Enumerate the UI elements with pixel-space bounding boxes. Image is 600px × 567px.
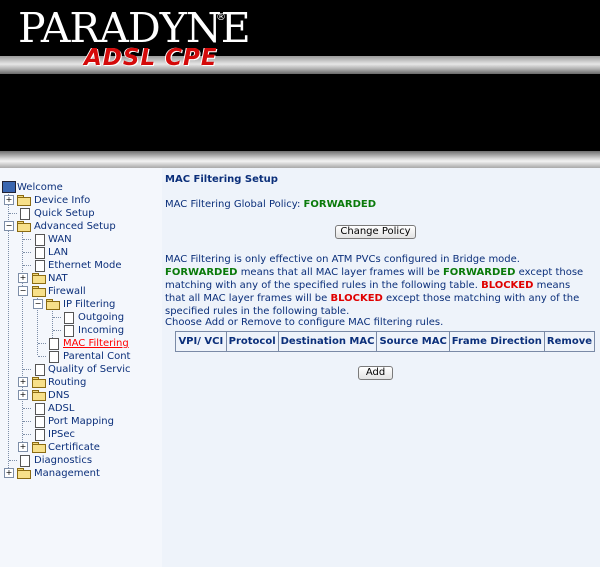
table-header-row: VPI/ VCI Protocol Destination MAC Source…: [175, 331, 596, 352]
page-title: MAC Filtering Setup: [165, 174, 278, 185]
expand-icon[interactable]: +: [18, 273, 28, 283]
page-icon: [35, 234, 45, 246]
folder-icon: [32, 377, 46, 388]
global-policy: MAC Filtering Global Policy: FORWARDED: [165, 199, 376, 210]
column-header-destination-mac: Destination MAC: [277, 331, 378, 352]
tree-line: [8, 194, 9, 470]
folder-icon: [17, 195, 31, 206]
page-icon: [20, 455, 30, 467]
banner-chrome-band: [0, 151, 600, 168]
page-icon: [35, 429, 45, 441]
page-icon: [35, 260, 45, 272]
page-icon: [49, 351, 59, 363]
column-header-protocol: Protocol: [225, 331, 279, 352]
column-header-source-mac: Source MAC: [376, 331, 450, 352]
registered-mark: ®: [216, 12, 226, 23]
product-name: ADSL CPE: [84, 45, 218, 71]
main-content: MAC Filtering Setup MAC Filtering Global…: [165, 168, 596, 567]
policy-value: FORWARDED: [303, 199, 377, 210]
mac-filter-table: VPI/ VCI Protocol Destination MAC Source…: [175, 331, 596, 352]
collapse-icon[interactable]: −: [18, 286, 28, 296]
column-header-frame-direction: Frame Direction: [448, 331, 545, 352]
page-icon: [35, 403, 45, 415]
page-icon: [35, 364, 45, 376]
collapse-icon[interactable]: −: [33, 299, 43, 309]
sidebar-tree: Welcome + Device Info Quick Setup − Adva…: [0, 168, 162, 567]
folder-icon: [32, 273, 46, 284]
computer-icon: [2, 181, 16, 193]
tree-line: [52, 308, 53, 338]
page-icon: [20, 208, 30, 220]
collapse-icon[interactable]: −: [4, 221, 14, 231]
folder-open-icon: [32, 286, 46, 297]
column-header-remove: Remove: [543, 331, 596, 352]
page-icon: [35, 247, 45, 259]
folder-icon: [17, 468, 31, 479]
header-banner: PARADYNE ® ADSL CPE: [0, 0, 600, 168]
change-policy-button[interactable]: Change Policy: [335, 225, 416, 239]
page-icon: [64, 312, 74, 324]
tree-line: [22, 232, 23, 444]
expand-icon[interactable]: +: [18, 390, 28, 400]
expand-icon[interactable]: +: [18, 377, 28, 387]
instruction-text: Choose Add or Remove to configure MAC fi…: [165, 317, 444, 328]
folder-icon: [32, 442, 46, 453]
page-icon: [35, 416, 45, 428]
expand-icon[interactable]: +: [4, 195, 14, 205]
column-header-vpi-vci: VPI/ VCI: [175, 331, 227, 352]
page-icon: [64, 325, 74, 337]
folder-open-icon: [17, 221, 31, 232]
description-text: MAC Filtering is only effective on ATM P…: [165, 254, 584, 317]
expand-icon[interactable]: +: [4, 468, 14, 478]
folder-open-icon: [46, 299, 60, 310]
expand-icon[interactable]: +: [18, 442, 28, 452]
folder-icon: [32, 390, 46, 401]
page-icon: [49, 338, 59, 350]
policy-label: MAC Filtering Global Policy:: [165, 199, 301, 210]
add-button[interactable]: Add: [358, 366, 393, 380]
